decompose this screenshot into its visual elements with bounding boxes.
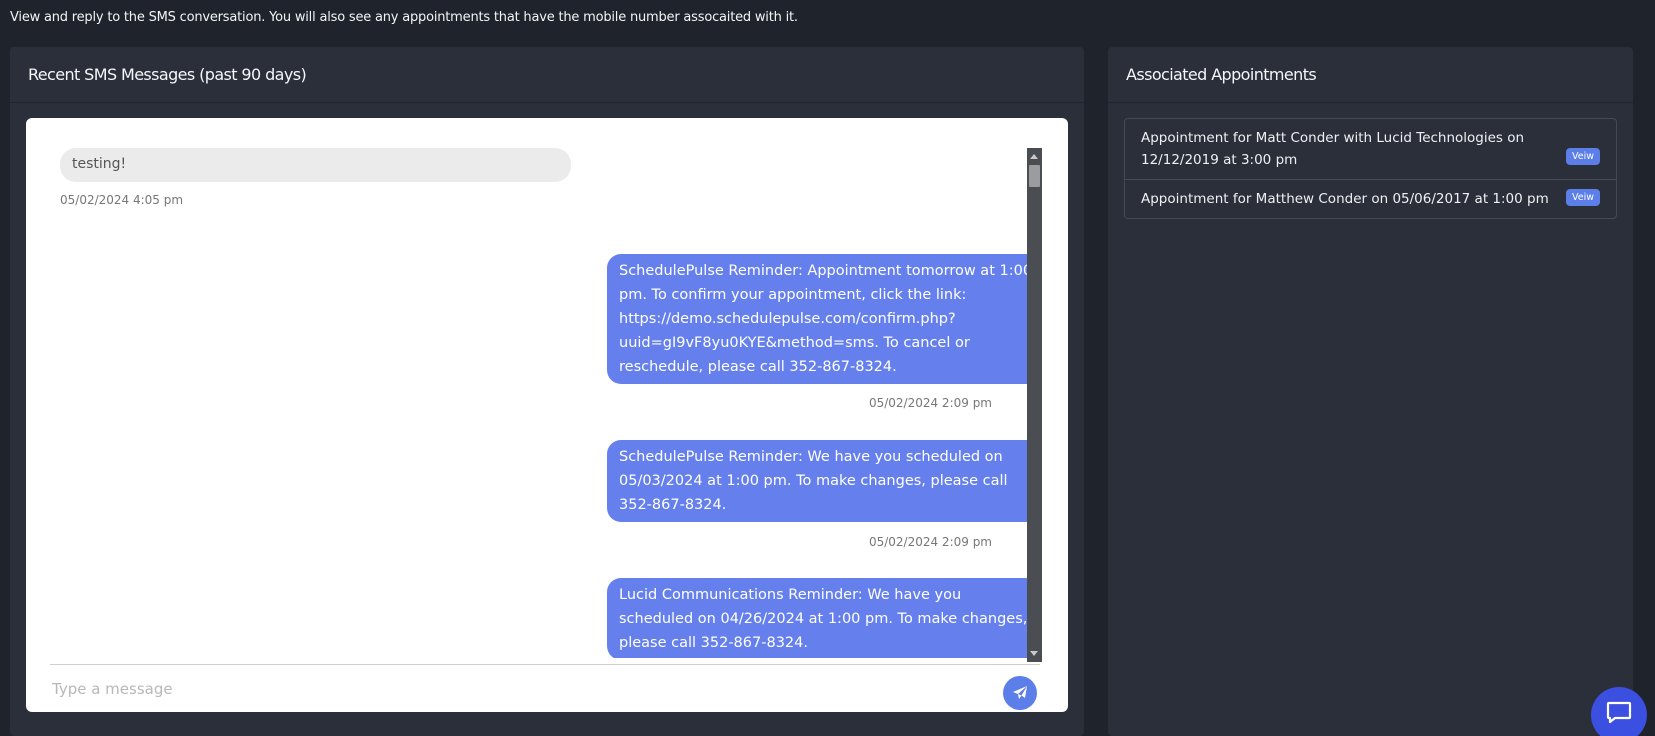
appointment-list: Appointment for Matt Conder with Lucid T… [1124,118,1617,219]
appointment-text: Appointment for Matt Conder with Lucid T… [1141,130,1525,168]
scroll-up-arrow-icon[interactable] [1030,154,1038,159]
associated-appointments-card: Associated Appointments Appointment for … [1108,47,1633,736]
message-timestamp: 05/02/2024 4:05 pm [60,193,184,207]
chat-box: testing! 05/02/2024 4:05 pm SchedulePuls… [26,118,1068,712]
view-appointment-button[interactable]: Veiw [1565,189,1600,206]
send-button[interactable] [1003,676,1037,710]
sms-messages-card: Recent SMS Messages (past 90 days) testi… [10,47,1084,736]
appointments-card-title: Associated Appointments [1108,47,1633,103]
sms-card-title: Recent SMS Messages (past 90 days) [10,47,1084,103]
scroll-down-arrow-icon[interactable] [1030,651,1038,656]
message-timestamp: 05/02/2024 2:09 pm [868,396,992,410]
incoming-message: testing! [60,148,571,182]
outgoing-message: SchedulePulse Reminder: We have you sche… [607,440,1040,522]
page-intro-text: View and reply to the SMS conversation. … [10,10,798,25]
message-input[interactable] [52,677,952,701]
paper-plane-icon [1013,686,1027,699]
view-appointment-button[interactable]: Veiw [1565,148,1600,165]
appointment-item[interactable]: Appointment for Matt Conder with Lucid T… [1125,119,1616,180]
compose-bar [50,664,1040,712]
help-chat-button[interactable] [1591,687,1647,736]
message-timestamp: 05/02/2024 2:09 pm [868,535,992,549]
outgoing-message: SchedulePulse Reminder: Appointment tomo… [607,254,1040,384]
message-scrollbar[interactable] [1027,148,1042,662]
appointment-text: Appointment for Matthew Conder on 05/06/… [1141,191,1549,207]
appointment-item[interactable]: Appointment for Matthew Conder on 05/06/… [1125,180,1616,218]
message-list[interactable]: testing! 05/02/2024 4:05 pm SchedulePuls… [50,148,1040,658]
scroll-thumb[interactable] [1029,165,1040,187]
chat-bubble-icon [1606,701,1632,724]
outgoing-message: Lucid Communications Reminder: We have y… [607,578,1040,658]
